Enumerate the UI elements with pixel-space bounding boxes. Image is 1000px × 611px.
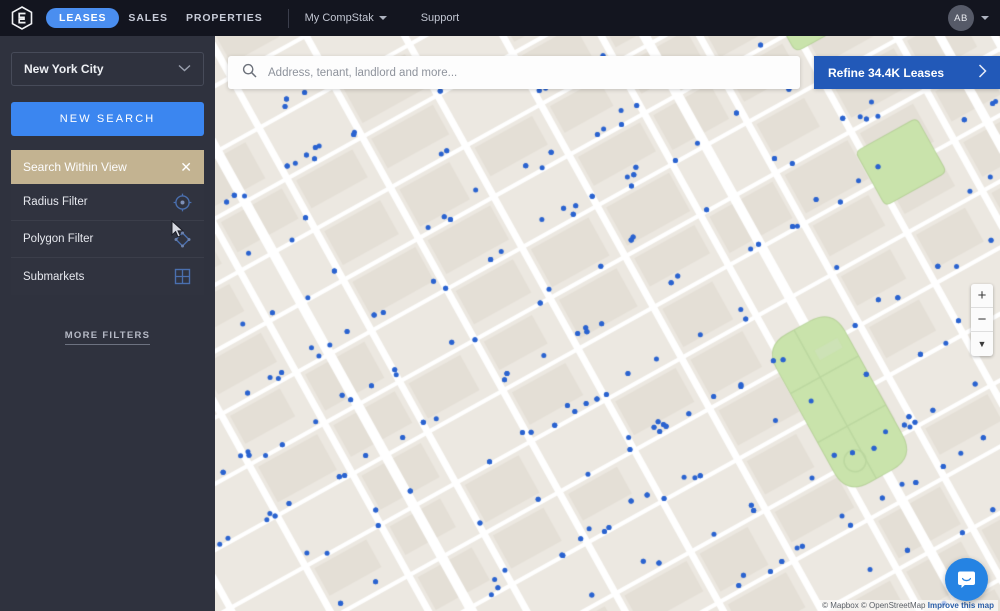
nav-link-support-label: Support <box>421 12 460 24</box>
new-search-label: NEW SEARCH <box>60 113 156 125</box>
sidebar: New York City NEW SEARCH Search Within V… <box>0 36 215 611</box>
filter-item-submarkets-label: Submarkets <box>23 271 84 283</box>
map-view[interactable]: Refine 34.4K Leases + − ▼ © Mapbox © Ope… <box>215 36 1000 611</box>
nav-link-my-compstak[interactable]: My CompStak <box>305 12 387 24</box>
filter-item-radius[interactable]: Radius Filter <box>11 184 204 221</box>
improve-map-link[interactable]: Improve this map <box>928 601 994 610</box>
nav-tab-leases[interactable]: LEASES <box>46 8 119 28</box>
nav-tab-sales[interactable]: SALES <box>119 8 177 28</box>
search-input[interactable] <box>268 67 758 79</box>
map-canvas[interactable] <box>215 36 1000 611</box>
avatar[interactable]: AB <box>948 5 974 31</box>
filter-item-polygon-label: Polygon Filter <box>23 233 93 245</box>
new-search-button[interactable]: NEW SEARCH <box>11 102 204 136</box>
city-select-value: New York City <box>24 62 104 76</box>
radius-circle-icon <box>173 193 192 212</box>
map-search-bar[interactable] <box>228 56 800 89</box>
more-filters-label: MORE FILTERS <box>65 330 151 345</box>
map-attribution: © Mapbox © OpenStreetMap Improve this ma… <box>818 600 998 611</box>
nav-link-support[interactable]: Support <box>421 12 460 24</box>
search-within-view-bar[interactable]: Search Within View ✕ <box>11 150 204 184</box>
compstak-hexagon-logo[interactable] <box>11 6 33 30</box>
header-account-area: AB <box>948 5 989 31</box>
refine-leases-label: Refine 34.4K Leases <box>828 66 944 80</box>
grid-icon <box>173 267 192 286</box>
polygon-diamond-icon <box>173 230 192 249</box>
city-select[interactable]: New York City <box>11 52 204 86</box>
chevron-down-icon <box>178 63 191 75</box>
compass-reset-button[interactable]: ▼ <box>971 332 993 356</box>
filter-list: Radius Filter Polygon Filter Submarkets <box>11 184 204 295</box>
search-icon <box>242 63 257 83</box>
map-copyright: © Mapbox © OpenStreetMap <box>822 601 925 610</box>
more-filters-button[interactable]: MORE FILTERS <box>0 325 215 343</box>
filter-item-polygon[interactable]: Polygon Filter <box>11 221 204 258</box>
filter-item-submarkets[interactable]: Submarkets <box>11 258 204 295</box>
filter-item-radius-label: Radius Filter <box>23 196 88 208</box>
nav-link-my-compstak-label: My CompStak <box>305 12 374 24</box>
nav-tab-properties[interactable]: PROPERTIES <box>177 8 272 28</box>
chevron-right-icon <box>978 64 987 81</box>
chevron-down-icon[interactable] <box>981 16 989 20</box>
close-icon[interactable]: ✕ <box>180 160 192 174</box>
search-within-view-label: Search Within View <box>23 160 127 174</box>
zoom-in-button[interactable]: + <box>971 284 993 308</box>
top-header: LEASES SALES PROPERTIES My CompStak Supp… <box>0 0 1000 36</box>
chat-bubble-icon[interactable] <box>945 558 988 601</box>
refine-leases-button[interactable]: Refine 34.4K Leases <box>814 56 1000 89</box>
header-divider <box>288 9 289 28</box>
chevron-down-icon <box>379 16 387 20</box>
map-zoom-controls: + − ▼ <box>971 284 993 356</box>
zoom-out-button[interactable]: − <box>971 308 993 332</box>
